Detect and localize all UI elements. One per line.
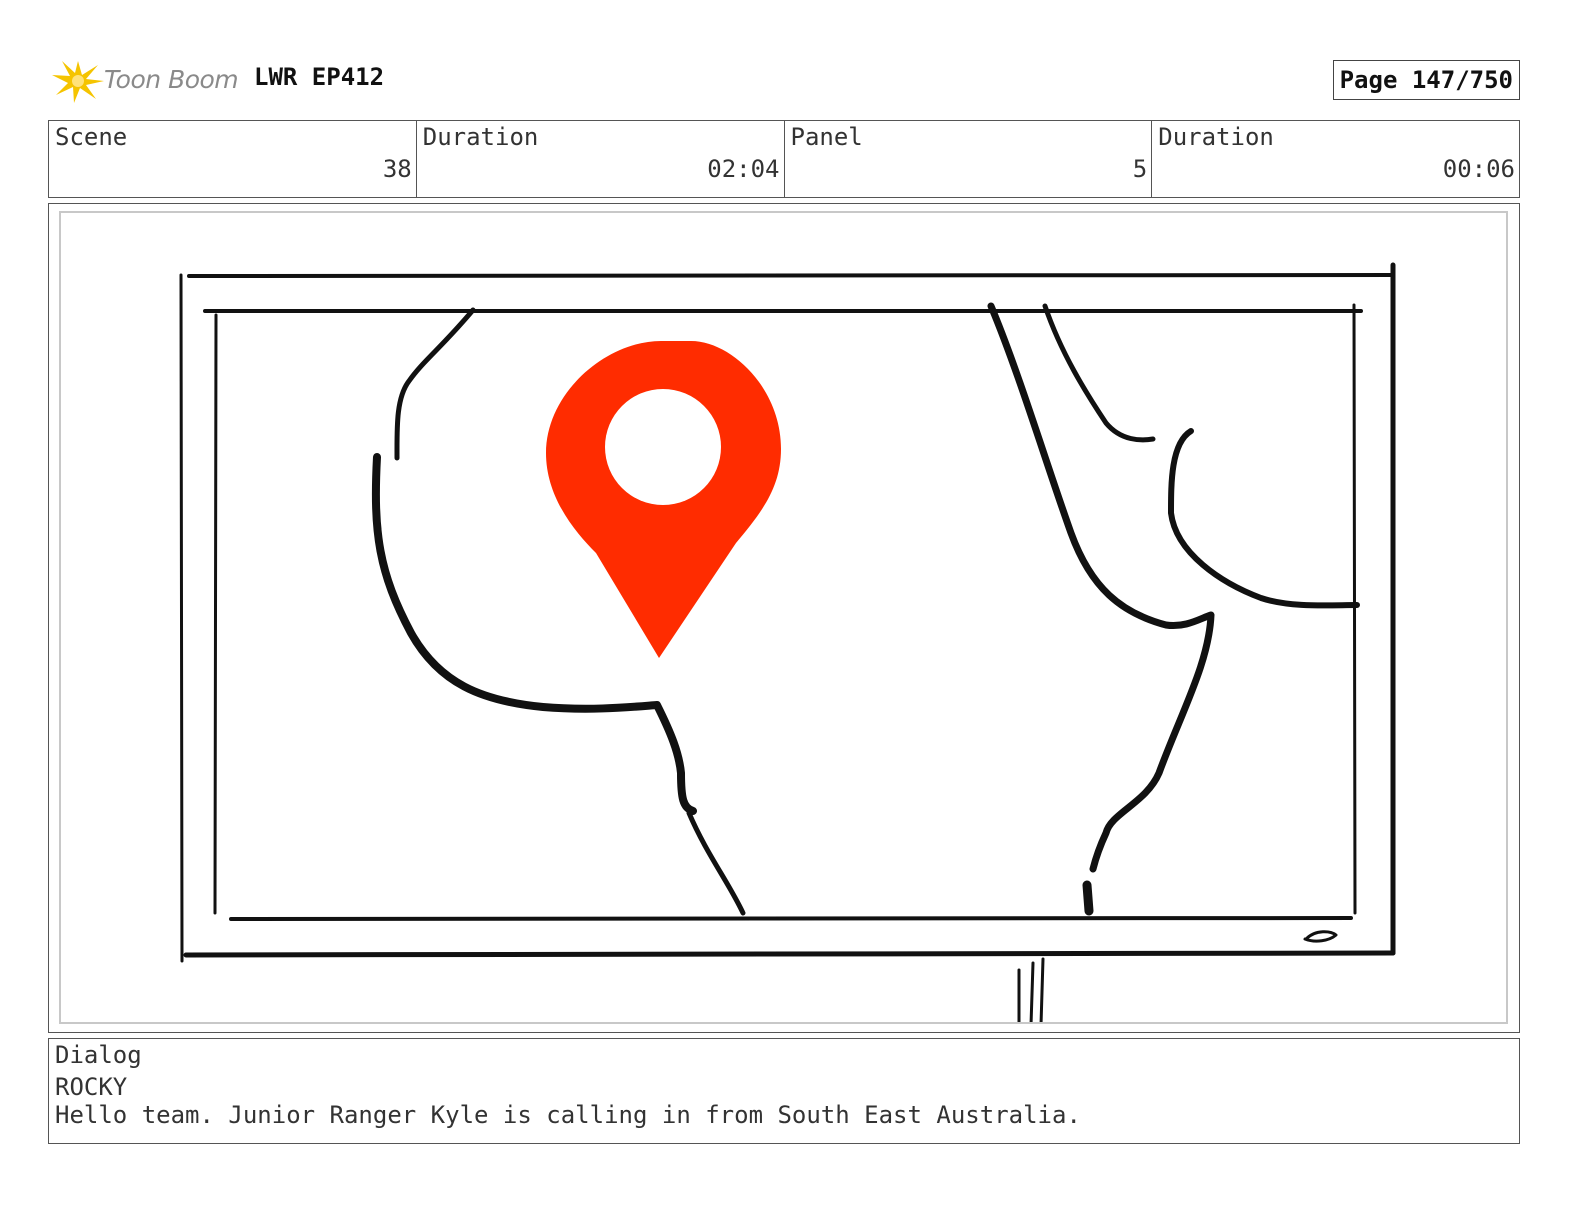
panel-duration-cell: Duration 00:06 xyxy=(1152,121,1519,197)
page-counter: Page 147/750 xyxy=(1332,60,1520,100)
panel-cell: Panel 5 xyxy=(785,121,1153,197)
tv-screen-frame xyxy=(203,303,1363,921)
panel-image-frame xyxy=(59,211,1508,1024)
scene-duration-label: Duration xyxy=(422,123,539,151)
panel-label: Panel xyxy=(790,123,863,151)
tv-stand xyxy=(1017,957,1045,1022)
scene-duration-value: 02:04 xyxy=(707,155,780,183)
scene-value: 38 xyxy=(382,155,412,183)
logo-text: Toon Boom xyxy=(104,65,239,94)
panel-duration-label: Duration xyxy=(1158,123,1274,151)
project-title: LWR EP412 xyxy=(254,63,385,91)
scene-cell: Scene 38 xyxy=(49,121,417,197)
dialog-box: Dialog ROCKY Hello team. Junior Ranger K… xyxy=(48,1038,1520,1144)
panel-duration-value: 00:06 xyxy=(1442,155,1515,183)
artist-mark xyxy=(1303,930,1338,943)
toon-boom-logo: Toon Boom xyxy=(50,55,240,105)
dialog-label: Dialog xyxy=(55,1041,142,1069)
panel-sketch xyxy=(179,262,1396,1022)
starburst-icon xyxy=(52,61,104,103)
location-pin-icon xyxy=(546,341,781,658)
storyboard-panel xyxy=(48,203,1520,1033)
dialog-character: ROCKY xyxy=(55,1073,128,1101)
page-header: Toon Boom LWR EP412 Page 147/750 xyxy=(48,55,1520,105)
scene-duration-cell: Duration 02:04 xyxy=(417,121,785,197)
scene-label: Scene xyxy=(55,123,128,151)
dialog-line: Hello team. Junior Ranger Kyle is callin… xyxy=(55,1101,1081,1129)
panel-value: 5 xyxy=(1132,155,1148,183)
scene-info-table: Scene 38 Duration 02:04 Panel 5 Duration… xyxy=(48,120,1520,198)
map-coastline-right xyxy=(987,302,1360,916)
